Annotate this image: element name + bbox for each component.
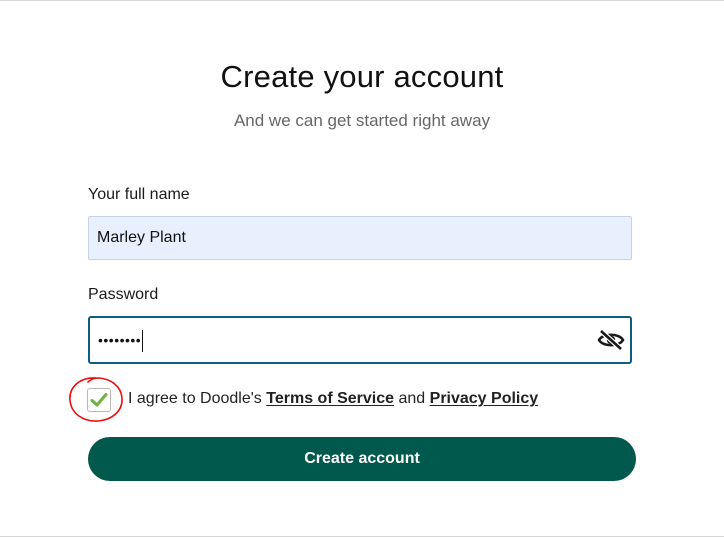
agree-text: I agree to Doodle's Terms of Service and… [128, 390, 538, 408]
text-caret [142, 330, 144, 353]
checkmark-icon [90, 393, 108, 407]
privacy-policy-link[interactable]: Privacy Policy [430, 390, 539, 407]
full-name-value: Marley Plant [97, 229, 186, 246]
password-value: •••••••• [98, 332, 142, 348]
agree-and: and [398, 390, 426, 407]
page-title: Create your account [220, 59, 504, 94]
signup-page: Create your account And we can get start… [0, 0, 724, 537]
eye-slash-icon[interactable] [597, 328, 625, 352]
agree-prefix: I agree to Doodle's [128, 390, 262, 407]
page-subtitle: And we can get started right away [233, 111, 491, 130]
create-account-button[interactable]: Create account [88, 437, 636, 481]
agree-checkbox[interactable] [87, 388, 111, 412]
full-name-input[interactable]: Marley Plant [88, 216, 632, 260]
full-name-label: Your full name [88, 186, 190, 203]
password-input[interactable]: •••••••• [88, 316, 632, 364]
terms-of-service-link[interactable]: Terms of Service [266, 390, 394, 407]
password-label: Password [88, 286, 159, 303]
